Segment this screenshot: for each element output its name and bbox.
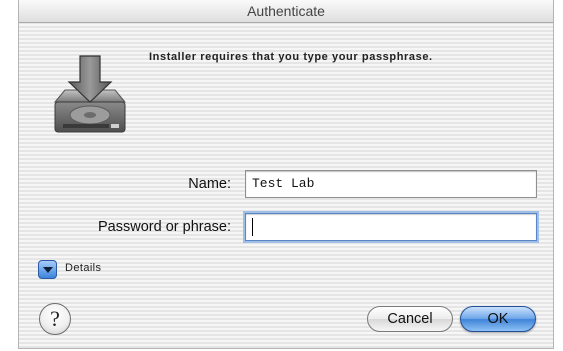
authentication-prompt: Installer requires that you type your pa… bbox=[149, 51, 433, 63]
help-button[interactable]: ? bbox=[39, 303, 71, 335]
details-label[interactable]: Details bbox=[65, 262, 101, 274]
installer-disk-download-icon bbox=[49, 52, 129, 140]
disclosure-triangle-icon bbox=[43, 267, 53, 273]
details-disclosure-button[interactable] bbox=[38, 260, 57, 279]
text-caret bbox=[252, 218, 253, 236]
window-title: Authenticate bbox=[247, 3, 325, 19]
name-label: Name: bbox=[188, 176, 231, 192]
password-label: Password or phrase: bbox=[98, 219, 231, 235]
authenticate-dialog: Authenticate Installer requires that you… bbox=[18, 0, 554, 349]
name-field[interactable]: Test Lab bbox=[245, 170, 537, 198]
cancel-button[interactable]: Cancel bbox=[367, 306, 453, 332]
password-field[interactable] bbox=[245, 213, 537, 241]
ok-button[interactable]: OK bbox=[460, 306, 536, 332]
title-bar[interactable]: Authenticate bbox=[19, 0, 553, 23]
